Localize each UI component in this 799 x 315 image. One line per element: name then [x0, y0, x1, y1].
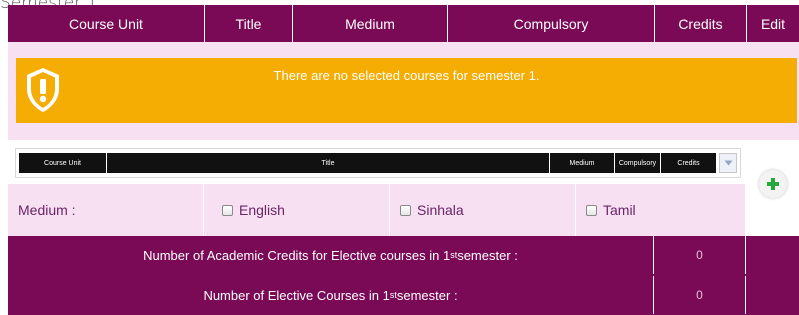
english-label: English: [239, 202, 285, 218]
courses-label-sup: st: [389, 290, 397, 300]
column-medium: Medium: [293, 5, 448, 42]
credits-label-sup: st: [450, 250, 458, 260]
scroll-down-button[interactable]: [719, 153, 737, 173]
page: Semester 1 Course Unit Title Medium Comp…: [0, 0, 799, 315]
english-checkbox[interactable]: [222, 204, 233, 216]
sinhala-label: Sinhala: [417, 202, 464, 218]
credits-label-text: Number of Academic Credits for Elective …: [143, 247, 451, 263]
mini-column-medium: Medium: [550, 153, 615, 173]
medium-option-sinhala[interactable]: Sinhala: [390, 184, 576, 236]
column-edit: Edit: [760, 15, 786, 32]
column-compulsory: Compulsory: [448, 5, 655, 42]
mini-column-title: Title: [107, 153, 550, 173]
mini-column-compulsory: Compulsory: [615, 153, 661, 173]
mini-column-credits: Credits: [677, 159, 700, 167]
selected-courses-area: There are no selected courses for semest…: [8, 42, 799, 140]
credits-summary-value: 0: [654, 236, 746, 274]
add-course-button[interactable]: [759, 170, 787, 198]
courses-summary-value: 0: [654, 276, 746, 314]
plus-icon: [767, 178, 779, 190]
tamil-checkbox[interactable]: [586, 204, 597, 216]
courses-label-suffix: semester :: [396, 287, 458, 303]
credits-summary-label: Number of Academic Credits for Elective …: [8, 236, 654, 274]
courses-label-text: Number of Elective Courses in 1: [203, 287, 390, 303]
elective-summary: Number of Academic Credits for Elective …: [8, 236, 799, 315]
credits-label-suffix: semester :: [457, 247, 518, 263]
medium-option-tamil[interactable]: Tamil: [576, 184, 736, 236]
column-title: Title: [205, 5, 293, 42]
tamil-label: Tamil: [603, 202, 636, 218]
credits-summary-row: Number of Academic Credits for Elective …: [8, 236, 799, 274]
mini-column-course-unit: Course Unit: [19, 153, 107, 173]
column-credits: Credits: [655, 5, 747, 42]
no-courses-alert: There are no selected courses for semest…: [16, 58, 797, 123]
chevron-down-icon: [724, 160, 732, 166]
courses-summary-label: Number of Elective Courses in 1st semest…: [8, 276, 654, 314]
courses-summary-row: Number of Elective Courses in 1st semest…: [8, 276, 799, 314]
medium-selection-row: Medium : English Sinhala Tamil: [8, 184, 745, 236]
available-courses-table: Course Unit Title Medium Compulsory Cred…: [15, 148, 741, 178]
course-table-header: Course Unit Title Medium Compulsory Cred…: [8, 5, 799, 42]
column-course-unit: Course Unit: [8, 5, 205, 42]
medium-label: Medium :: [8, 184, 204, 236]
mini-table-header: Course Unit Title Medium Compulsory Cred…: [19, 153, 716, 173]
alert-message: There are no selected courses for semest…: [273, 68, 540, 83]
medium-option-english[interactable]: English: [204, 184, 390, 236]
sinhala-checkbox[interactable]: [400, 204, 411, 216]
